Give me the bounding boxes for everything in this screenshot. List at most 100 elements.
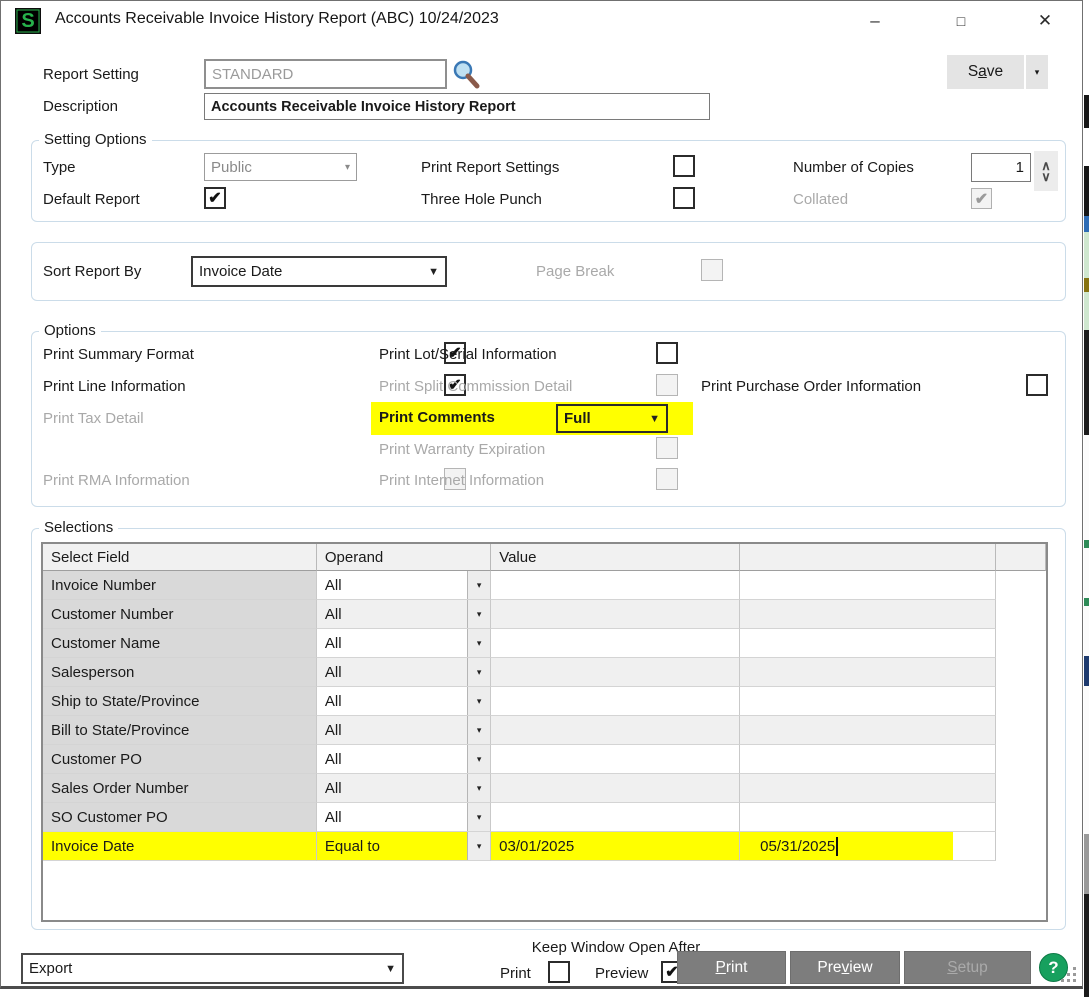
table-header-row: Select Field Operand Value — [43, 544, 1046, 571]
value-cell[interactable] — [491, 687, 740, 716]
maximize-button[interactable]: □ — [945, 9, 977, 33]
background-artifact — [1084, 278, 1089, 292]
chevron-down-icon[interactable]: ▾ — [467, 571, 490, 599]
title-bar: S Accounts Receivable Invoice History Re… — [1, 1, 1082, 41]
keep-open-preview-label: Preview — [595, 965, 648, 982]
table-row: Customer PO All▾ — [43, 745, 1046, 774]
text-cursor — [836, 837, 838, 856]
report-setting-label: Report Setting — [43, 66, 139, 83]
preview-button[interactable]: Preview — [790, 951, 900, 984]
keep-open-print-checkbox[interactable] — [548, 961, 570, 983]
value2-cell[interactable] — [740, 745, 996, 774]
chevron-down-icon: ▼ — [385, 963, 396, 975]
column-header-operand: Operand — [317, 544, 491, 571]
value-cell[interactable] — [491, 658, 740, 687]
column-header-select-field: Select Field — [43, 544, 317, 571]
chevron-down-icon: ▼ — [428, 266, 439, 278]
report-setting-input[interactable]: STANDARD — [204, 59, 447, 89]
number-of-copies-label: Number of Copies — [793, 159, 914, 176]
table-row: Sales Order Number All▾ — [43, 774, 1046, 803]
export-dropdown[interactable]: Export▼ — [21, 953, 404, 984]
value2-cell[interactable] — [740, 629, 996, 658]
print-purchase-order-information-checkbox[interactable] — [1026, 374, 1048, 396]
dialog-window: S Accounts Receivable Invoice History Re… — [0, 0, 1083, 989]
operand-cell[interactable]: All▾ — [317, 774, 491, 803]
value-cell[interactable] — [491, 745, 740, 774]
operand-cell[interactable]: All▾ — [317, 745, 491, 774]
value2-cell[interactable] — [740, 774, 996, 803]
chevron-down-icon[interactable]: ▾ — [467, 774, 490, 802]
background-artifact — [1084, 166, 1089, 216]
background-artifact — [1084, 598, 1089, 606]
value2-cell[interactable] — [740, 571, 996, 600]
collated-label: Collated — [793, 191, 848, 208]
operand-cell[interactable]: All▾ — [317, 716, 491, 745]
operand-cell[interactable]: All▾ — [317, 658, 491, 687]
print-comments-highlight: Print Comments Full ▼ — [371, 402, 693, 435]
number-of-copies-input[interactable]: 1 — [971, 153, 1031, 182]
description-label: Description — [43, 98, 118, 115]
value-cell[interactable] — [491, 716, 740, 745]
print-line-information-label: Print Line Information — [43, 378, 186, 395]
three-hole-punch-checkbox[interactable] — [673, 187, 695, 209]
value-cell[interactable] — [491, 774, 740, 803]
background-artifact — [1084, 606, 1089, 656]
save-button[interactable]: Save — [947, 55, 1024, 89]
save-dropdown-button[interactable]: ▾ — [1026, 55, 1048, 89]
chevron-down-icon[interactable]: ▾ — [467, 832, 490, 860]
value2-cell[interactable] — [740, 658, 996, 687]
print-lot-serial-information-checkbox[interactable] — [656, 342, 678, 364]
value2-cell[interactable]: 05/31/2025 — [740, 832, 996, 861]
minimize-button[interactable]: – — [859, 9, 891, 33]
chevron-down-icon[interactable]: ▾ — [467, 600, 490, 628]
background-artifact — [1084, 95, 1089, 128]
operand-cell[interactable]: All▾ — [317, 803, 491, 832]
resize-grip[interactable] — [1061, 967, 1079, 985]
chevron-down-icon[interactable]: ▾ — [467, 658, 490, 686]
background-artifact — [1084, 686, 1089, 834]
operand-cell[interactable]: All▾ — [317, 571, 491, 600]
value-cell[interactable]: 03/01/2025 — [491, 832, 740, 861]
description-input[interactable]: Accounts Receivable Invoice History Repo… — [204, 93, 710, 120]
value-cell[interactable] — [491, 600, 740, 629]
three-hole-punch-label: Three Hole Punch — [421, 191, 542, 208]
operand-cell[interactable]: All▾ — [317, 600, 491, 629]
value2-cell[interactable] — [740, 600, 996, 629]
operand-cell[interactable]: Equal to▾ — [317, 832, 491, 861]
background-artifact — [1084, 656, 1089, 686]
operand-cell[interactable]: All▾ — [317, 687, 491, 716]
chevron-down-icon[interactable]: ▾ — [467, 716, 490, 744]
sort-report-by-dropdown[interactable]: Invoice Date▼ — [191, 256, 447, 287]
print-comments-dropdown[interactable]: Full ▼ — [556, 404, 668, 433]
print-summary-format-label: Print Summary Format — [43, 346, 194, 363]
close-button[interactable]: ✕ — [1029, 9, 1061, 33]
background-artifact — [1084, 292, 1089, 330]
background-artifact — [1084, 128, 1089, 166]
type-dropdown[interactable]: Public▾ — [204, 153, 357, 181]
value2-cell[interactable] — [740, 803, 996, 832]
value2-cell[interactable] — [740, 716, 996, 745]
chevron-down-icon[interactable]: ▾ — [467, 803, 490, 831]
chevron-down-icon[interactable]: ∨ — [1041, 171, 1051, 182]
print-comments-label: Print Comments — [379, 409, 495, 426]
chevron-down-icon: ▾ — [1035, 67, 1040, 78]
operand-cell[interactable]: All▾ — [317, 629, 491, 658]
chevron-down-icon[interactable]: ▾ — [467, 745, 490, 773]
value-cell[interactable] — [491, 629, 740, 658]
default-report-checkbox[interactable] — [204, 187, 226, 209]
value-cell[interactable] — [491, 803, 740, 832]
table-row: Invoice Number All▾ — [43, 571, 1046, 600]
print-report-settings-checkbox[interactable] — [673, 155, 695, 177]
options-legend: Options — [39, 322, 101, 339]
lookup-magnifier-icon[interactable] — [451, 59, 481, 91]
chevron-down-icon[interactable]: ▾ — [467, 629, 490, 657]
number-of-copies-stepper[interactable]: ∧∨ — [1034, 151, 1058, 191]
print-button[interactable]: Print — [677, 951, 786, 984]
setup-button: Setup — [904, 951, 1031, 984]
print-rma-information-label: Print RMA Information — [43, 472, 190, 489]
value2-cell[interactable] — [740, 687, 996, 716]
value-cell[interactable] — [491, 571, 740, 600]
chevron-down-icon[interactable]: ▾ — [467, 687, 490, 715]
column-header-blank — [996, 544, 1046, 571]
selections-legend: Selections — [39, 519, 118, 536]
